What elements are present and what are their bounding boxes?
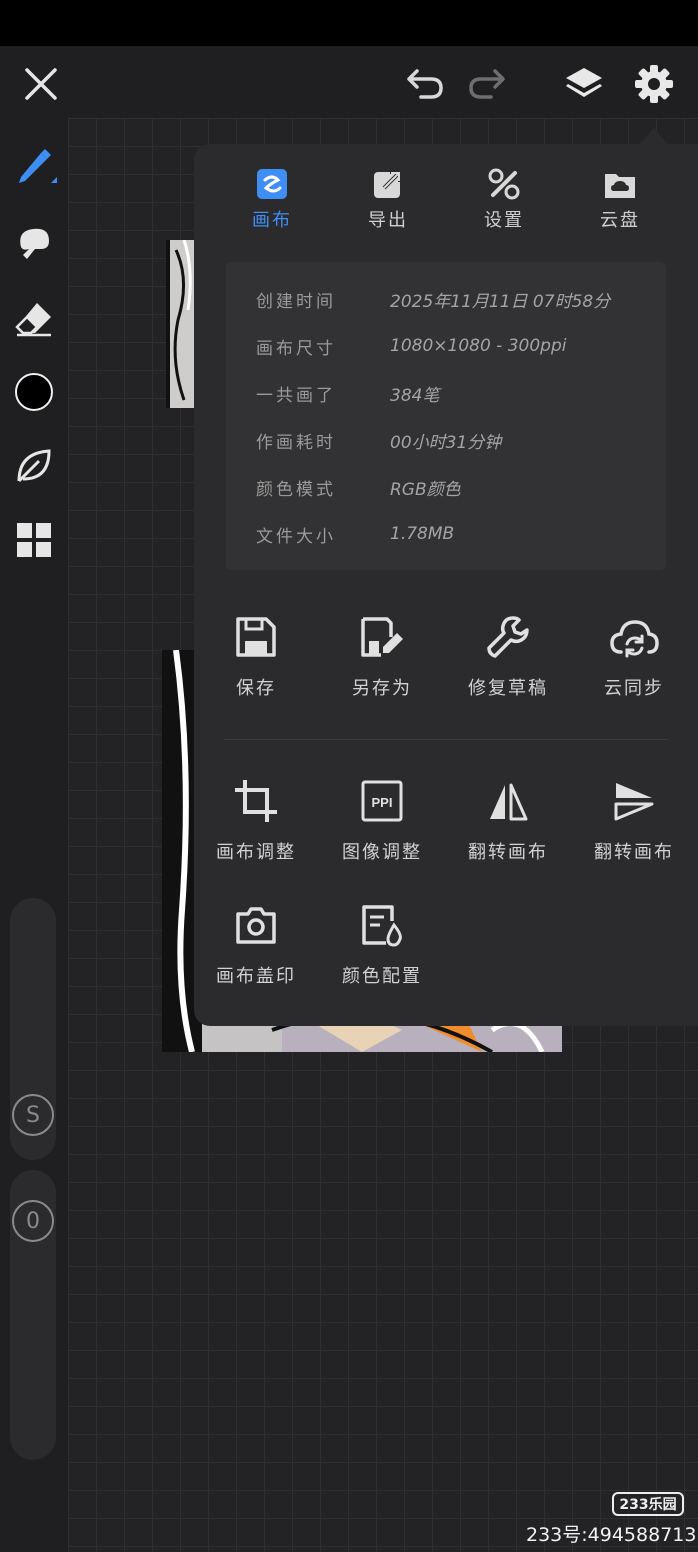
info-value: 1080×1080 - 300ppi (390, 336, 567, 356)
tab-canvas-label: 画布 (252, 210, 292, 231)
wrench-icon (485, 610, 531, 664)
save-as-button[interactable]: 另存为 (322, 610, 442, 710)
brush-size-slider[interactable]: S (10, 898, 56, 1160)
info-key: 文件大小 (256, 526, 336, 547)
color-config-label: 颜色配置 (342, 966, 422, 987)
tab-cloud-drive-label: 云盘 (600, 210, 640, 231)
save-as-icon (359, 610, 405, 664)
tab-export-label: 导出 (368, 210, 408, 231)
brush-icon[interactable] (8, 140, 60, 192)
tab-settings-label: 设置 (484, 210, 524, 231)
color-swatch[interactable] (8, 366, 60, 418)
info-row-color-mode: 颜色模式 RGB颜色 (256, 472, 461, 502)
info-row-strokes: 一共画了 384笔 (256, 378, 439, 408)
info-row-size: 画布尺寸 1080×1080 - 300ppi (256, 331, 566, 361)
opacity-slider-label: 0 (26, 1208, 40, 1234)
save-as-label: 另存为 (352, 678, 412, 699)
export-icon (372, 162, 404, 206)
repair-draft-label: 修复草稿 (468, 678, 548, 699)
current-color-dot[interactable] (15, 373, 53, 411)
info-value: 2025年11月11日 07时58分 (390, 291, 611, 312)
size-slider-knob[interactable]: S (12, 1094, 54, 1136)
grid-icon[interactable] (8, 514, 60, 566)
settings-tools-icon (487, 162, 521, 206)
cloud-sync-label: 云同步 (604, 678, 664, 699)
color-config-icon (360, 898, 404, 952)
gear-icon[interactable] (628, 60, 680, 108)
info-key: 创建时间 (256, 291, 336, 312)
watermark-text: 233号:494588713 (526, 1524, 697, 1546)
info-row-created: 创建时间 2025年11月11日 07时58分 (256, 284, 610, 314)
repair-draft-button[interactable]: 修复草稿 (448, 610, 568, 710)
info-key: 作画耗时 (256, 432, 336, 453)
info-key: 颜色模式 (256, 479, 336, 500)
flip-vertical-label: 翻转画布 (594, 842, 674, 863)
info-value: 1.78MB (390, 524, 455, 544)
canvas-stamp-label: 画布盖印 (216, 966, 296, 987)
info-row-time: 作画耗时 00小时31分钟 (256, 425, 501, 455)
canvas-stamp-button[interactable]: 画布盖印 (196, 898, 316, 998)
info-value: 384笔 (390, 385, 440, 406)
panel-tabs: 画布 导出 设置 云盘 (194, 162, 698, 242)
ppi-badge: PPI (372, 795, 393, 810)
canvas-icon (256, 162, 288, 206)
redo-icon[interactable] (462, 62, 512, 106)
tab-settings[interactable]: 设置 (454, 162, 554, 242)
watermark-logo: 233乐园 (612, 1492, 684, 1516)
save-label: 保存 (236, 678, 276, 699)
leaf-icon[interactable] (8, 440, 60, 492)
canvas-adjust-label: 画布调整 (216, 842, 296, 863)
status-bar (0, 0, 698, 46)
panel-caret (640, 128, 668, 144)
info-key: 画布尺寸 (256, 338, 336, 359)
info-value: 00小时31分钟 (390, 432, 502, 453)
panel-divider (224, 739, 668, 740)
color-config-button[interactable]: 颜色配置 (322, 898, 442, 998)
cloud-drive-icon (603, 162, 637, 206)
ppi-icon: PPI (360, 774, 404, 828)
info-value: RGB颜色 (390, 479, 461, 500)
canvas-settings-panel: 画布 导出 设置 云盘 创建时间 2025年11月11日 07时58分 画布尺寸 1… (194, 144, 698, 1026)
info-row-file-size: 文件大小 1.78MB (256, 519, 454, 549)
camera-icon (234, 898, 278, 952)
canvas-info-box: 创建时间 2025年11月11日 07时58分 画布尺寸 1080×1080 - 3… (226, 262, 666, 570)
flip-horizontal-icon (486, 774, 530, 828)
undo-icon[interactable] (400, 62, 450, 106)
smudge-icon[interactable] (8, 216, 60, 268)
cloud-sync-icon (609, 610, 659, 664)
cloud-sync-button[interactable]: 云同步 (574, 610, 694, 710)
artwork-fragment-top (166, 240, 194, 408)
save-icon (234, 610, 278, 664)
info-key: 一共画了 (256, 385, 336, 406)
left-toolbar: S 0 (0, 118, 68, 1552)
close-icon[interactable] (18, 64, 64, 104)
tab-export[interactable]: 导出 (338, 162, 438, 242)
size-slider-label: S (26, 1102, 40, 1128)
top-toolbar (0, 46, 698, 118)
image-adjust-label: 图像调整 (342, 842, 422, 863)
flip-canvas-horizontal-button[interactable]: 翻转画布 (448, 774, 568, 874)
opacity-slider-knob[interactable]: 0 (12, 1200, 54, 1242)
tab-cloud-drive[interactable]: 云盘 (570, 162, 670, 242)
flip-vertical-icon (612, 774, 656, 828)
eraser-icon[interactable] (8, 292, 60, 344)
tab-canvas[interactable]: 画布 (222, 162, 322, 242)
flip-horizontal-label: 翻转画布 (468, 842, 548, 863)
canvas-adjust-button[interactable]: 画布调整 (196, 774, 316, 874)
save-button[interactable]: 保存 (196, 610, 316, 710)
opacity-slider[interactable]: 0 (10, 1170, 56, 1460)
flip-canvas-vertical-button[interactable]: 翻转画布 (574, 774, 694, 874)
layers-icon[interactable] (558, 60, 610, 108)
crop-icon (233, 774, 279, 828)
image-adjust-button[interactable]: PPI 图像调整 (322, 774, 442, 874)
